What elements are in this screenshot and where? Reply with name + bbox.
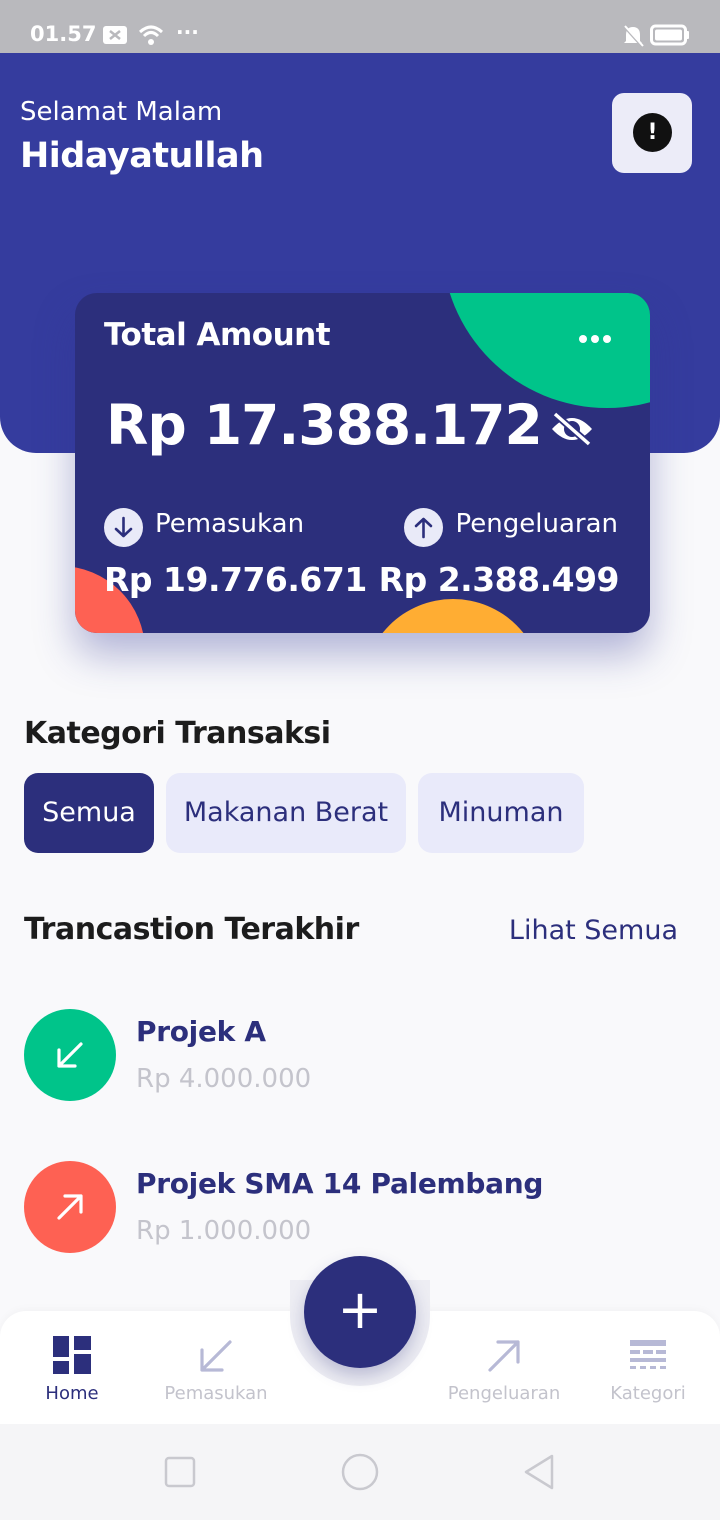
battery-icon (650, 24, 690, 50)
notification-icon (102, 25, 128, 49)
card-title: Total Amount (104, 317, 331, 353)
username: Hidayatullah (20, 136, 264, 176)
status-bar: 01.57 ··· (0, 0, 720, 53)
arrow-down-icon (104, 508, 143, 547)
mute-icon (622, 24, 644, 52)
arrow-down-left-icon (200, 1340, 232, 1372)
nav-home-button[interactable] (0, 1330, 144, 1374)
decor-orange-blob (363, 599, 543, 633)
alert-button[interactable]: ! (612, 93, 692, 173)
arrow-up-right-icon (488, 1340, 520, 1372)
expense-amount: Rp 2.388.499 (378, 560, 620, 599)
transaction-name[interactable]: Projek SMA 14 Palembang (136, 1167, 543, 1200)
nav-pemasukan-button[interactable] (144, 1330, 288, 1376)
categories-title: Kategori Transaksi (24, 716, 331, 751)
expense-arrow-icon (24, 1161, 116, 1253)
decor-green-blob (442, 293, 650, 408)
greeting-text: Selamat Malam (20, 97, 223, 127)
expense-label: Pengeluaran (455, 509, 618, 539)
nav-pengeluaran-label[interactable]: Pengeluaran (424, 1383, 584, 1404)
plus-icon: + (337, 1278, 383, 1341)
income-label: Pemasukan (155, 509, 305, 539)
nav-pemasukan-label[interactable]: Pemasukan (136, 1383, 296, 1404)
home-icon[interactable] (341, 1453, 379, 1491)
category-chip-semua[interactable]: Semua (24, 773, 154, 853)
hide-balance-icon[interactable] (549, 411, 595, 451)
status-time: 01.57 (30, 22, 97, 46)
nav-home-label[interactable]: Home (0, 1383, 152, 1404)
category-chip-minuman[interactable]: Minuman (418, 773, 584, 853)
income-amount: Rp 19.776.671 (104, 560, 367, 599)
transaction-name[interactable]: Projek A (136, 1015, 266, 1048)
wifi-icon (138, 24, 164, 50)
category-icon (630, 1340, 666, 1369)
back-icon[interactable] (522, 1453, 556, 1491)
more-options-icon[interactable] (579, 328, 615, 347)
transaction-amount: Rp 4.000.000 (136, 1064, 312, 1094)
grid-icon (53, 1336, 91, 1374)
nav-kategori-button[interactable] (576, 1330, 720, 1376)
recents-icon[interactable] (164, 1456, 196, 1488)
nav-kategori-label[interactable]: Kategori (568, 1383, 720, 1404)
total-amount: Rp 17.388.172 (106, 393, 543, 457)
add-transaction-button[interactable]: + (304, 1256, 416, 1368)
category-chip-makanan-berat[interactable]: Makanan Berat (166, 773, 406, 853)
income-arrow-icon (24, 1009, 116, 1101)
see-all-link[interactable]: Lihat Semua (509, 915, 678, 946)
more-icon: ··· (176, 20, 199, 44)
arrow-up-icon (404, 508, 443, 547)
exclamation-icon: ! (633, 113, 672, 152)
balance-card: Total Amount Rp 17.388.172 Pemasukan Pen… (75, 293, 650, 633)
nav-pengeluaran-button[interactable] (432, 1330, 576, 1376)
transaction-amount: Rp 1.000.000 (136, 1216, 312, 1246)
system-navigation-bar (0, 1424, 720, 1520)
transactions-title: Trancastion Terakhir (24, 912, 359, 947)
